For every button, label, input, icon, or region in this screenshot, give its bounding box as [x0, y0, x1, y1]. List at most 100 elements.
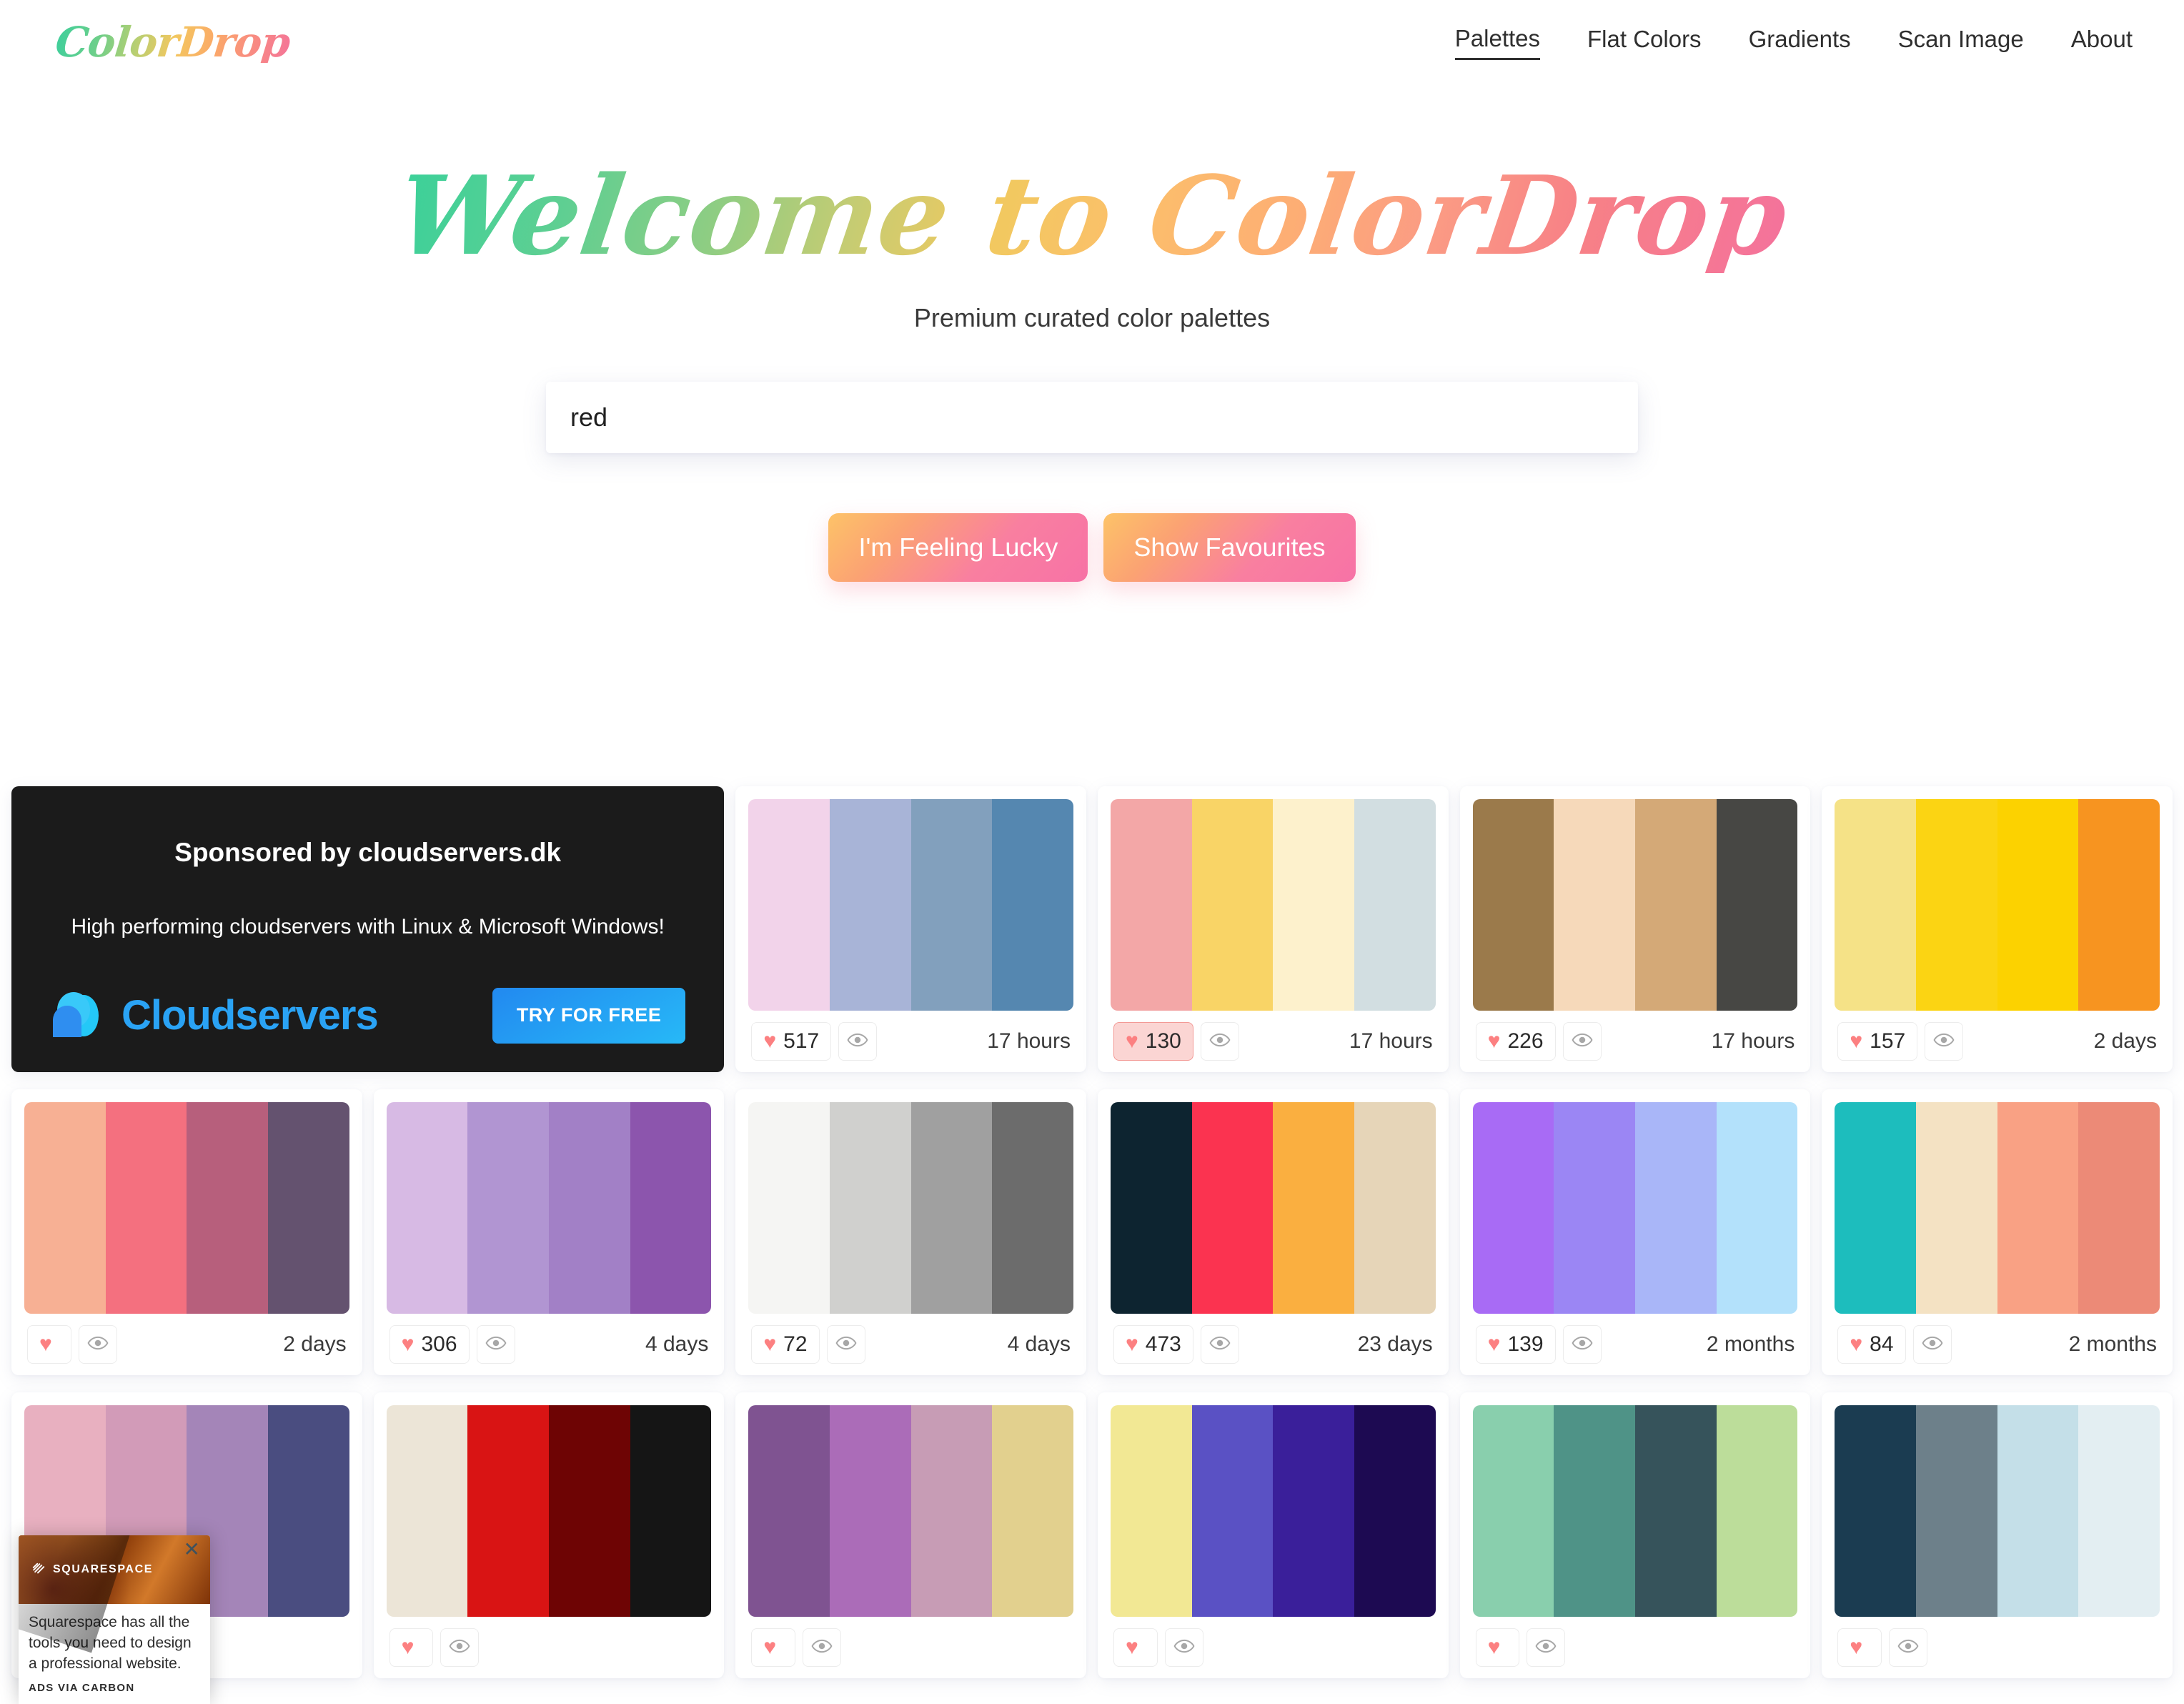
palette-swatch[interactable]	[748, 798, 830, 1011]
palette-swatch[interactable]	[748, 1405, 830, 1617]
preview-button[interactable]	[78, 1324, 117, 1364]
palette-swatch[interactable]	[1191, 1405, 1274, 1617]
palette-swatch[interactable]	[467, 1101, 549, 1314]
search-input[interactable]	[546, 381, 1638, 453]
like-button[interactable]: ♥ 473	[1113, 1324, 1193, 1364]
nav-link-gradients[interactable]: Gradients	[1749, 26, 1851, 59]
like-button[interactable]: ♥ 157	[1837, 1021, 1918, 1061]
like-button[interactable]: ♥ 139	[1475, 1324, 1556, 1364]
palette-swatch[interactable]	[1635, 798, 1717, 1011]
preview-button[interactable]	[1912, 1324, 1952, 1364]
preview-button[interactable]	[838, 1021, 878, 1061]
sponsor-card[interactable]: Sponsored by cloudservers.dk High perfor…	[11, 786, 725, 1072]
palette-swatch[interactable]	[630, 1405, 712, 1617]
palette-swatch[interactable]	[1554, 1101, 1635, 1314]
palette-swatch[interactable]	[1997, 798, 2079, 1011]
palette-swatch[interactable]	[2078, 1101, 2160, 1314]
palette-card[interactable]: ♥ 306 4 days	[373, 1089, 725, 1375]
like-button[interactable]: ♥ 84	[1837, 1324, 1906, 1364]
palette-swatch[interactable]	[1273, 1101, 1354, 1314]
palette-card[interactable]: ♥ 139 2 months	[1459, 1089, 1811, 1375]
palette-swatch[interactable]	[105, 1101, 187, 1314]
preview-button[interactable]	[1164, 1628, 1203, 1667]
palette-swatch[interactable]	[830, 1101, 911, 1314]
palette-swatch[interactable]	[1635, 1101, 1717, 1314]
palette-card[interactable]: ♥ 473 23 days	[1097, 1089, 1449, 1375]
like-button[interactable]: ♥	[1475, 1628, 1520, 1667]
palette-swatch[interactable]	[1110, 1405, 1192, 1617]
palette-swatch[interactable]	[910, 1101, 993, 1314]
like-button[interactable]: ♥ 517	[751, 1021, 832, 1061]
palette-swatch[interactable]	[1273, 1405, 1354, 1617]
palette-swatch[interactable]	[268, 1101, 349, 1314]
palette-swatch[interactable]	[910, 1405, 993, 1617]
palette-swatch[interactable]	[1716, 798, 1798, 1011]
palette-swatch[interactable]	[386, 1101, 468, 1314]
palette-swatch[interactable]	[1354, 1101, 1436, 1314]
palette-swatch[interactable]	[1191, 1101, 1274, 1314]
preview-button[interactable]	[1200, 1324, 1239, 1364]
nav-link-about[interactable]: About	[2071, 26, 2133, 59]
like-button[interactable]: ♥ 306	[389, 1324, 470, 1364]
palette-swatch[interactable]	[1472, 798, 1554, 1011]
palette-swatch[interactable]	[1354, 1405, 1436, 1617]
preview-button[interactable]	[440, 1628, 480, 1667]
palette-swatch[interactable]	[992, 1405, 1073, 1617]
palette-card[interactable]: ♥ 84 2 months	[1822, 1089, 2173, 1375]
preview-button[interactable]	[1527, 1628, 1566, 1667]
close-icon[interactable]: ✕	[184, 1540, 200, 1560]
palette-card[interactable]: ♥ 517 17 hours	[735, 786, 1086, 1072]
palette-card[interactable]: ♥	[1459, 1392, 1811, 1678]
preview-button[interactable]	[803, 1628, 842, 1667]
palette-swatch[interactable]	[549, 1405, 630, 1617]
palette-card[interactable]: ♥ 72 4 days	[735, 1089, 1086, 1375]
palette-swatch[interactable]	[1835, 1101, 1916, 1314]
like-button[interactable]: ♥	[389, 1628, 434, 1667]
palette-card[interactable]: ♥ 226 17 hours	[1459, 786, 1811, 1072]
palette-card[interactable]: ♥ 130 17 hours	[1097, 786, 1449, 1072]
like-button[interactable]: ♥	[27, 1324, 71, 1364]
palette-swatch[interactable]	[1997, 1101, 2079, 1314]
carbon-ad[interactable]: ✕ SQUARESPACE Squarespace has all the to…	[19, 1535, 210, 1704]
preview-button[interactable]	[1562, 1021, 1602, 1061]
like-button[interactable]: ♥ 130	[1113, 1021, 1193, 1061]
palette-swatch[interactable]	[992, 1101, 1073, 1314]
palette-swatch[interactable]	[910, 798, 993, 1011]
palette-swatch[interactable]	[1635, 1405, 1717, 1617]
palette-swatch[interactable]	[187, 1101, 269, 1314]
palette-swatch[interactable]	[1916, 1405, 1997, 1617]
palette-swatch[interactable]	[268, 1405, 349, 1617]
nav-link-scan-image[interactable]: Scan Image	[1898, 26, 2024, 59]
like-button[interactable]: ♥ 72	[751, 1324, 820, 1364]
palette-swatch[interactable]	[1191, 798, 1274, 1011]
palette-swatch[interactable]	[1716, 1101, 1798, 1314]
palette-swatch[interactable]	[992, 798, 1073, 1011]
palette-swatch[interactable]	[1472, 1405, 1554, 1617]
like-button[interactable]: ♥	[1113, 1628, 1158, 1667]
palette-swatch[interactable]	[1472, 1101, 1554, 1314]
palette-swatch[interactable]	[1554, 1405, 1635, 1617]
palette-swatch[interactable]	[1916, 1101, 1997, 1314]
feeling-lucky-button[interactable]: I'm Feeling Lucky	[828, 512, 1088, 582]
site-logo[interactable]: ColorDrop	[53, 18, 296, 66]
preview-button[interactable]	[1200, 1021, 1239, 1061]
palette-swatch[interactable]	[467, 1405, 549, 1617]
like-button[interactable]: ♥ 226	[1475, 1021, 1556, 1061]
show-favourites-button[interactable]: Show Favourites	[1103, 512, 1356, 582]
palette-card[interactable]: ♥	[735, 1392, 1086, 1678]
palette-card[interactable]: ♥ 157 2 days	[1822, 786, 2173, 1072]
like-button[interactable]: ♥	[1837, 1628, 1882, 1667]
palette-swatch[interactable]	[2078, 1405, 2160, 1617]
palette-swatch[interactable]	[748, 1101, 830, 1314]
palette-swatch[interactable]	[1716, 1405, 1798, 1617]
palette-swatch[interactable]	[1110, 1101, 1192, 1314]
preview-button[interactable]	[1889, 1628, 1928, 1667]
palette-swatch[interactable]	[1554, 798, 1635, 1011]
palette-swatch[interactable]	[1835, 1405, 1916, 1617]
palette-swatch[interactable]	[1916, 798, 1997, 1011]
palette-card[interactable]: ♥ 2 days	[11, 1089, 362, 1375]
palette-swatch[interactable]	[630, 1101, 712, 1314]
palette-swatch[interactable]	[24, 1101, 106, 1314]
palette-swatch[interactable]	[1110, 798, 1192, 1011]
palette-swatch[interactable]	[1997, 1405, 2079, 1617]
